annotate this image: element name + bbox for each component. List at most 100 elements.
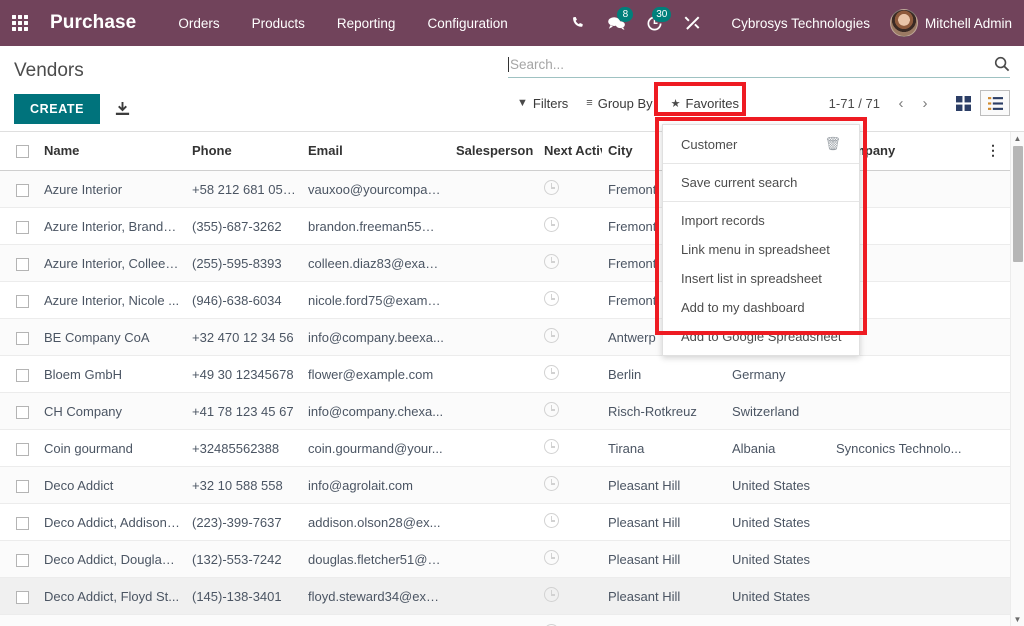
- apps-grid-icon[interactable]: [12, 15, 46, 31]
- row-checkbox[interactable]: [16, 591, 29, 604]
- table-row[interactable]: Deco Addict, Douglas ...(132)-553-7242do…: [0, 541, 1012, 578]
- link-menu-in-spreadsheet-item[interactable]: Link menu in spreadsheet: [663, 235, 859, 264]
- favorites-button[interactable]: ★ Favorites: [662, 92, 748, 115]
- activity-clock-icon[interactable]: [544, 402, 559, 417]
- import-records-item[interactable]: Import records: [663, 206, 859, 235]
- search-input[interactable]: [510, 57, 994, 72]
- phone-icon[interactable]: [559, 0, 597, 46]
- save-current-search-item[interactable]: Save current search: [663, 168, 859, 197]
- messages-icon[interactable]: 8: [597, 0, 635, 46]
- row-checkbox[interactable]: [16, 332, 29, 345]
- add-to-my-dashboard-item[interactable]: Add to my dashboard: [663, 293, 859, 322]
- vertical-scrollbar[interactable]: ▲ ▼: [1010, 132, 1024, 626]
- row-select-cell: [0, 467, 38, 504]
- table-row[interactable]: Deco Addict, Floyd St...(145)-138-3401fl…: [0, 578, 1012, 615]
- column-options-icon[interactable]: ⋮: [986, 142, 1000, 158]
- activity-clock-icon[interactable]: [544, 328, 559, 343]
- cell-name: BE Company CoA: [38, 319, 186, 356]
- activity-clock-icon[interactable]: [544, 254, 559, 269]
- row-checkbox[interactable]: [16, 443, 29, 456]
- search-icon[interactable]: [994, 56, 1010, 72]
- create-button[interactable]: CREATE: [14, 94, 100, 124]
- cell-company: [830, 541, 980, 578]
- add-to-google-spreadsheet-item[interactable]: Add to Google Spreadsheet: [663, 322, 859, 351]
- activity-clock-icon[interactable]: [544, 365, 559, 380]
- row-checkbox[interactable]: [16, 221, 29, 234]
- cell-email: nicole.ford75@examp...: [302, 282, 450, 319]
- column-header-email[interactable]: Email: [302, 132, 450, 171]
- cell-name: Azure Interior, Brando...: [38, 208, 186, 245]
- user-menu[interactable]: Mitchell Admin: [884, 9, 1012, 37]
- column-header-next-activity[interactable]: Next Activi...: [538, 132, 602, 171]
- filters-button[interactable]: ▼ Filters: [508, 92, 577, 115]
- list-view-icon[interactable]: [980, 90, 1010, 116]
- row-checkbox[interactable]: [16, 554, 29, 567]
- cell-country: Switzerland: [726, 393, 830, 430]
- activity-clock-icon[interactable]: [544, 439, 559, 454]
- activity-clock-icon[interactable]: [544, 291, 559, 306]
- kanban-view-icon[interactable]: [948, 90, 978, 116]
- table-row[interactable]: Coin gourmand+32485562388coin.gourmand@y…: [0, 430, 1012, 467]
- row-checkbox[interactable]: [16, 480, 29, 493]
- column-header-salesperson[interactable]: Salesperson: [450, 132, 538, 171]
- app-brand-purchase[interactable]: Purchase: [50, 12, 136, 34]
- row-checkbox[interactable]: [16, 258, 29, 271]
- row-select-cell: [0, 282, 38, 319]
- cell-name: Deco Addict, Douglas ...: [38, 541, 186, 578]
- cell-city: Pleasant Hill: [602, 504, 726, 541]
- table-row[interactable]: CH Company+41 78 123 45 67info@company.c…: [0, 393, 1012, 430]
- cell-country: Albania: [726, 430, 830, 467]
- favorite-saved-filter-customer[interactable]: Customer 🗑: [663, 129, 859, 159]
- table-row[interactable]: Deco Addict, Addison ...(223)-399-7637ad…: [0, 504, 1012, 541]
- table-row[interactable]: Fiscal Administration: [0, 615, 1012, 626]
- row-checkbox[interactable]: [16, 517, 29, 530]
- activity-clock-icon[interactable]: [544, 550, 559, 565]
- cell-name: CH Company: [38, 393, 186, 430]
- menu-item-orders[interactable]: Orders: [162, 10, 235, 37]
- trash-icon[interactable]: 🗑: [824, 136, 841, 152]
- row-checkbox[interactable]: [16, 369, 29, 382]
- chevron-left-icon[interactable]: ‹: [890, 95, 912, 112]
- developer-tools-icon[interactable]: [673, 0, 711, 46]
- table-row[interactable]: Bloem GmbH+49 30 12345678flower@example.…: [0, 356, 1012, 393]
- groupby-button[interactable]: ≡ Group By: [577, 92, 661, 115]
- column-header-phone[interactable]: Phone: [186, 132, 302, 171]
- row-checkbox[interactable]: [16, 184, 29, 197]
- menu-item-reporting[interactable]: Reporting: [321, 10, 412, 37]
- activity-clock-icon[interactable]: [544, 587, 559, 602]
- activity-clock-icon[interactable]: [544, 513, 559, 528]
- activity-clock-icon[interactable]: 30: [635, 0, 673, 46]
- cell-next-activity: [538, 282, 602, 319]
- table-row[interactable]: Azure Interior, Colleen...(255)-595-8393…: [0, 245, 1012, 282]
- activity-clock-icon[interactable]: [544, 476, 559, 491]
- chevron-right-icon[interactable]: ›: [914, 95, 936, 112]
- table-row[interactable]: Azure Interior, Nicole ...(946)-638-6034…: [0, 282, 1012, 319]
- activity-clock-icon[interactable]: [544, 217, 559, 232]
- insert-list-in-spreadsheet-item[interactable]: Insert list in spreadsheet: [663, 264, 859, 293]
- search-caret: [508, 57, 509, 72]
- table-row[interactable]: Deco Addict+32 10 588 558info@agrolait.c…: [0, 467, 1012, 504]
- row-checkbox[interactable]: [16, 406, 29, 419]
- menu-divider-2: [663, 201, 859, 202]
- table-row[interactable]: Azure Interior+58 212 681 0538vauxoo@you…: [0, 171, 1012, 208]
- scrollbar-thumb[interactable]: [1013, 146, 1023, 262]
- menu-item-configuration[interactable]: Configuration: [411, 10, 523, 37]
- cell-name: Azure Interior, Nicole ...: [38, 282, 186, 319]
- scroll-up-arrow-icon[interactable]: ▲: [1011, 132, 1024, 145]
- scroll-down-arrow-icon[interactable]: ▼: [1011, 613, 1024, 626]
- row-checkbox[interactable]: [16, 295, 29, 308]
- cell-options: [980, 245, 1012, 282]
- table-row[interactable]: Azure Interior, Brando...(355)-687-3262b…: [0, 208, 1012, 245]
- activity-clock-icon[interactable]: [544, 180, 559, 195]
- import-download-icon[interactable]: [114, 101, 131, 118]
- cell-next-activity: [538, 319, 602, 356]
- menu-item-products[interactable]: Products: [236, 10, 321, 37]
- cell-salesperson: [450, 393, 538, 430]
- cell-options: [980, 578, 1012, 615]
- column-header-name[interactable]: Name: [38, 132, 186, 171]
- company-selector[interactable]: Cybrosys Technologies: [711, 16, 884, 31]
- groupby-bars-icon: ≡: [586, 97, 592, 109]
- select-all-checkbox[interactable]: [16, 145, 29, 158]
- cell-next-activity: [538, 615, 602, 626]
- table-row[interactable]: BE Company CoA+32 470 12 34 56info@compa…: [0, 319, 1012, 356]
